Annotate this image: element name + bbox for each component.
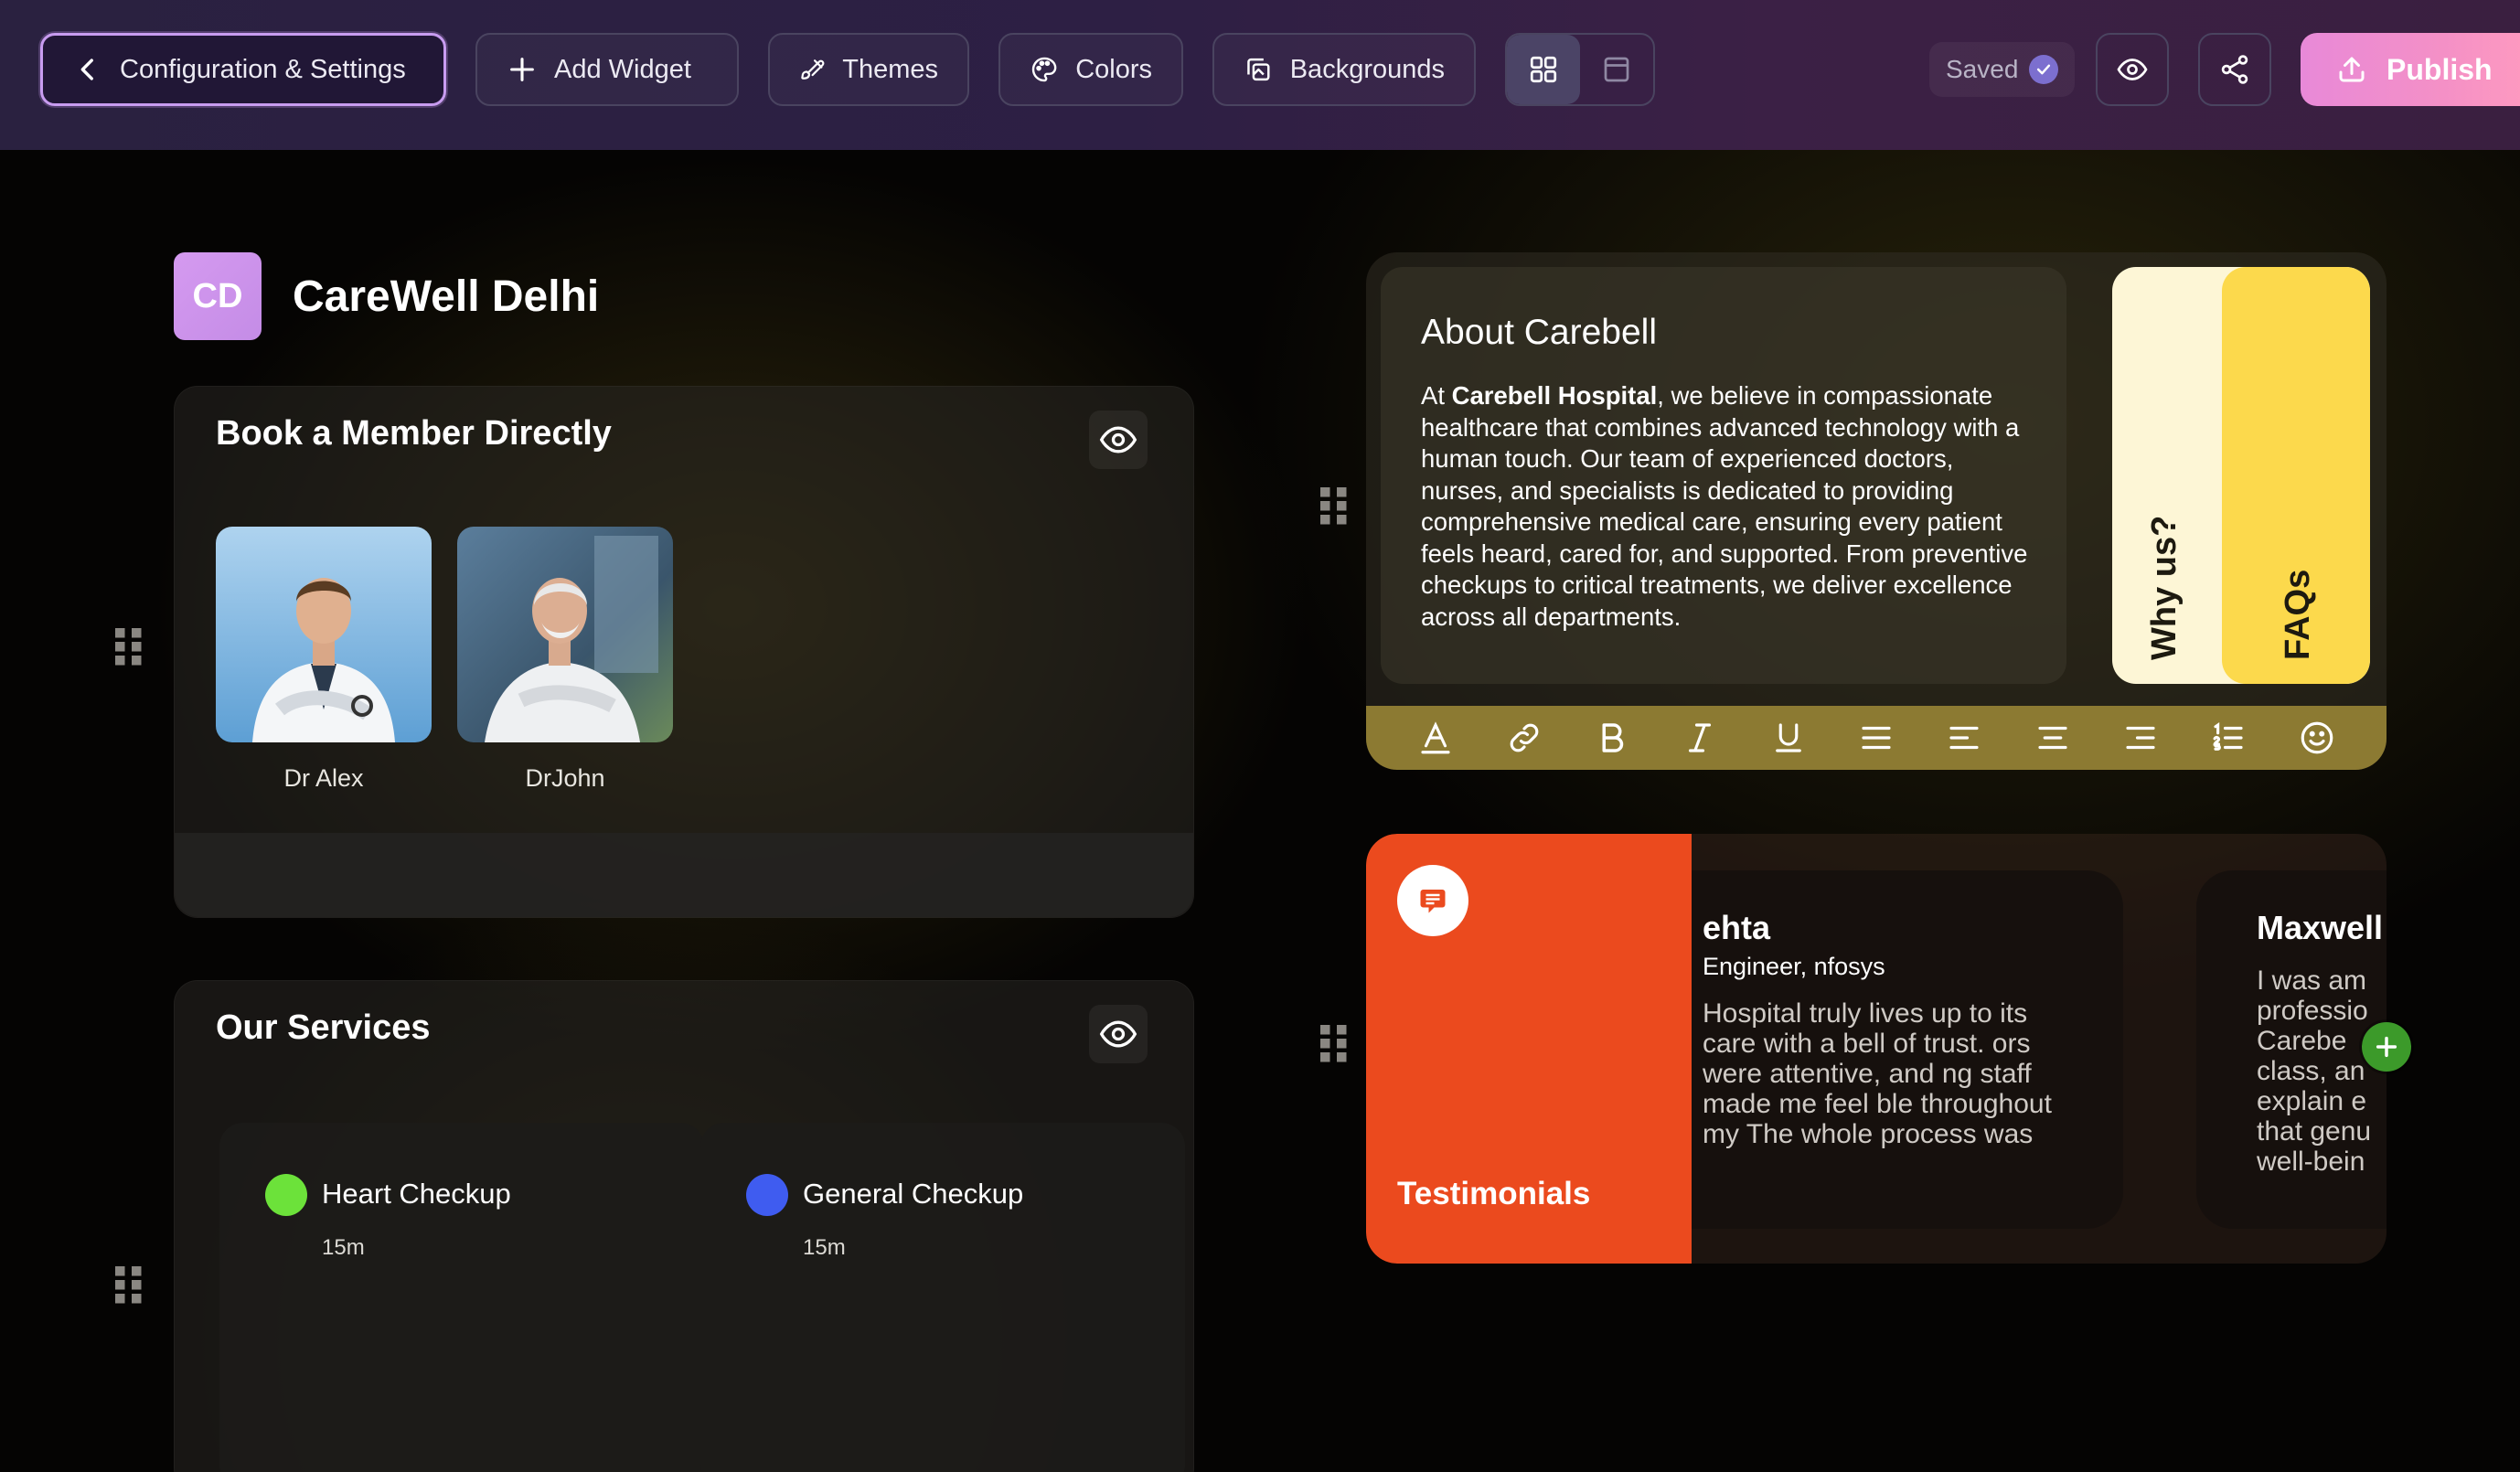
about-content[interactable]: About Carebell At Carebell Hospital, we …	[1381, 267, 2066, 684]
plus-icon	[2376, 1036, 2397, 1058]
chevron-left-icon	[80, 59, 93, 80]
drag-handle-icon[interactable]	[115, 627, 148, 678]
backgrounds-icon	[1247, 58, 1270, 81]
share-button[interactable]	[2198, 33, 2271, 106]
backgrounds-label: Backgrounds	[1289, 54, 1445, 84]
publish-button[interactable]: Publish	[2301, 33, 2520, 106]
underline-icon[interactable]	[1769, 719, 1808, 757]
visibility-toggle[interactable]	[1089, 411, 1148, 469]
themes-label: Themes	[842, 54, 938, 84]
service-card[interactable]: General Checkup 15m	[700, 1123, 1185, 1472]
bold-icon[interactable]	[1593, 719, 1631, 757]
about-tabs: Why us? FAQs	[2112, 267, 2370, 684]
about-title: About Carebell	[1421, 313, 1657, 352]
testimonial-text: I was am professio Carebe class, an expl…	[2257, 965, 2372, 1177]
visibility-toggle[interactable]	[1089, 1005, 1148, 1063]
brand-logo: CD	[174, 252, 262, 340]
tab-why-us-label: Why us?	[2145, 515, 2184, 660]
tab-faqs[interactable]: FAQs	[2222, 267, 2370, 684]
about-text-bold: Carebell Hospital	[1451, 381, 1658, 410]
backgrounds-button[interactable]: Backgrounds	[1212, 33, 1476, 106]
align-left-icon[interactable]	[1945, 719, 1983, 757]
brand-name: CareWell Delhi	[293, 272, 600, 321]
services-title: Our Services	[216, 1008, 431, 1047]
configuration-settings-button[interactable]: Configuration & Settings	[40, 33, 446, 106]
saved-label: Saved	[1946, 55, 2019, 83]
testimonials-widget: ehta Engineer, nfosys Hospital truly liv…	[1366, 834, 2387, 1264]
service-name: General Checkup	[803, 1178, 1024, 1210]
service-duration: 15m	[803, 1235, 846, 1260]
view-toggle	[1505, 33, 1655, 106]
tab-why-us[interactable]: Why us?	[2112, 267, 2222, 684]
testimonial-text: Hospital truly lives up to its care with…	[1703, 998, 2052, 1149]
doctor-name: DrJohn	[525, 764, 605, 792]
testimonials-label-card: Testimonials	[1366, 834, 1692, 1264]
formatting-toolbar	[1366, 706, 2387, 770]
align-right-icon[interactable]	[2121, 719, 2160, 757]
link-icon[interactable]	[1505, 719, 1543, 757]
publish-label: Publish	[2387, 52, 2493, 86]
share-icon	[2221, 55, 2248, 84]
layout-icon	[1604, 57, 1629, 82]
drag-handle-icon[interactable]	[1320, 1024, 1353, 1075]
numbered-list-icon[interactable]	[2209, 719, 2248, 757]
drag-handle-icon[interactable]	[1320, 486, 1353, 538]
service-color-dot	[746, 1174, 788, 1216]
tab-faqs-label: FAQs	[2279, 569, 2317, 660]
emoji-icon[interactable]	[2298, 719, 2336, 757]
about-widget: About Carebell At Carebell Hospital, we …	[1366, 252, 2387, 770]
service-duration: 15m	[322, 1235, 365, 1260]
plus-icon	[510, 58, 534, 81]
testimonial-card[interactable]: Maxwell I was am professio Carebe class,…	[2196, 870, 2387, 1229]
doctor-card[interactable]: DrJohn	[457, 527, 673, 793]
doctor-photo	[457, 527, 673, 742]
doctor-name: Dr Alex	[283, 764, 364, 792]
preview-button[interactable]	[2096, 33, 2169, 106]
single-view-button[interactable]	[1580, 35, 1653, 104]
check-icon	[2029, 55, 2059, 84]
doctor-photo	[216, 527, 432, 742]
grid-icon	[1530, 56, 1557, 83]
comment-icon	[1397, 865, 1468, 936]
grid-view-button[interactable]	[1507, 35, 1580, 104]
brush-icon	[801, 59, 825, 80]
testimonial-name: Maxwell	[2257, 909, 2384, 946]
align-center-icon[interactable]	[2034, 719, 2072, 757]
eye-icon	[1099, 426, 1137, 453]
colors-button[interactable]: Colors	[998, 33, 1183, 106]
brand-header: CD CareWell Delhi	[174, 252, 599, 340]
italic-icon[interactable]	[1681, 719, 1719, 757]
eye-icon	[1099, 1020, 1137, 1048]
drag-handle-icon[interactable]	[115, 1265, 148, 1317]
justify-icon[interactable]	[1857, 719, 1895, 757]
saved-status: Saved	[1929, 42, 2076, 97]
about-text-rest: , we believe in compassionate healthcare…	[1421, 381, 2028, 631]
doctor-card[interactable]: Dr Alex	[216, 527, 432, 793]
service-color-dot	[265, 1174, 307, 1216]
upload-icon	[2339, 57, 2365, 82]
configuration-settings-label: Configuration & Settings	[120, 54, 406, 84]
add-widget-button[interactable]: Add Widget	[475, 33, 739, 106]
eye-icon	[2117, 59, 2148, 80]
about-text[interactable]: At Carebell Hospital, we believe in comp…	[1421, 380, 2034, 633]
testimonial-name: ehta	[1703, 909, 1771, 946]
about-text-prefix: At	[1421, 381, 1452, 410]
testimonials-label: Testimonials	[1397, 1176, 1591, 1211]
palette-icon	[1031, 57, 1057, 82]
themes-button[interactable]: Themes	[768, 33, 969, 106]
book-member-title: Book a Member Directly	[216, 414, 612, 453]
testimonial-role: Engineer, nfosys	[1703, 953, 1885, 980]
text-color-icon[interactable]	[1416, 719, 1455, 757]
add-widget-label: Add Widget	[554, 54, 691, 84]
service-card[interactable]: Heart Checkup 15m	[219, 1123, 704, 1472]
add-testimonial-button[interactable]	[2362, 1022, 2411, 1072]
service-name: Heart Checkup	[322, 1178, 511, 1210]
top-toolbar: Configuration & Settings Add Widget Them…	[0, 0, 2520, 150]
colors-label: Colors	[1075, 54, 1152, 84]
book-member-footer	[175, 833, 1193, 917]
